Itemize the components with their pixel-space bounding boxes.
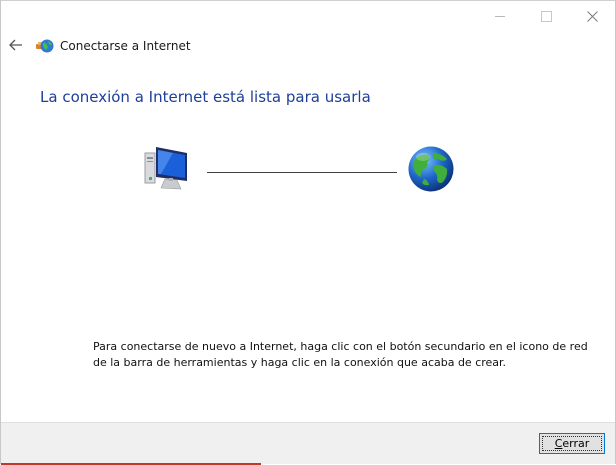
maximize-button[interactable] <box>523 1 569 31</box>
close-window-button[interactable] <box>569 1 615 31</box>
connection-line <box>207 172 397 173</box>
wizard-header: Conectarse a Internet <box>1 31 615 61</box>
computer-icon <box>144 147 187 190</box>
back-arrow-icon <box>9 39 22 51</box>
instructions-text: Para conectarse de nuevo a Internet, hag… <box>93 340 588 369</box>
close-button-mnemonic: C <box>554 437 563 450</box>
network-connection-icon <box>36 39 54 53</box>
close-button-label-rest: errar <box>562 437 590 450</box>
maximize-icon <box>540 10 552 22</box>
title-bar <box>1 1 615 31</box>
page-heading: La conexión a Internet está lista para u… <box>40 88 371 106</box>
close-button[interactable]: Cerrar <box>539 433 605 454</box>
footer-bar: Cerrar <box>1 422 615 464</box>
window-title: Conectarse a Internet <box>60 39 191 53</box>
minimize-button[interactable] <box>477 1 523 31</box>
globe-icon <box>408 146 454 192</box>
connect-to-internet-window: Conectarse a Internet La conexión a Inte… <box>0 0 616 465</box>
back-button[interactable] <box>5 34 27 56</box>
close-icon <box>586 10 598 22</box>
minimize-icon <box>495 15 505 17</box>
